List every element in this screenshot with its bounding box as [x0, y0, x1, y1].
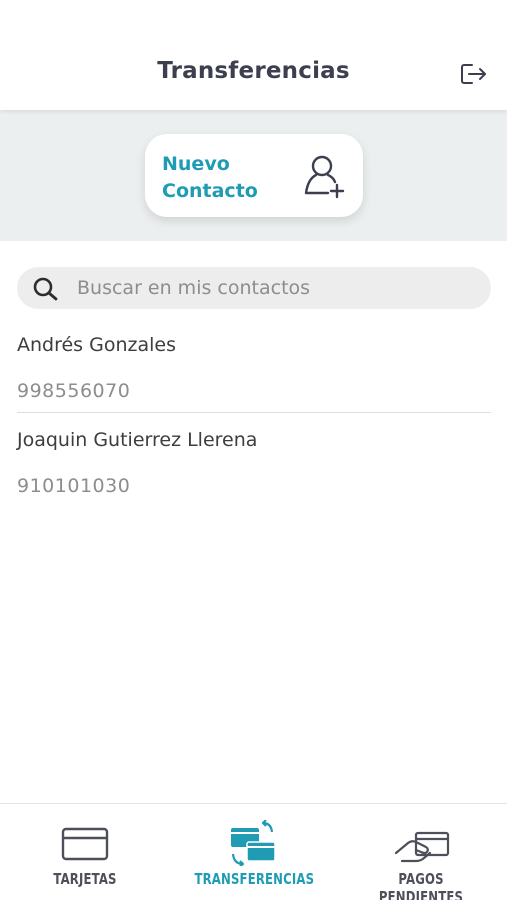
new-contact-label-line2: Contacto	[162, 180, 258, 202]
contact-phone: 910101030	[17, 475, 131, 497]
divider	[17, 412, 491, 413]
contact-item[interactable]: Joaquin Gutierrez Llerena 910101030	[17, 423, 491, 518]
bottom-tab-bar: TARJETAS TRANSFERENCIAS PAGOS PENDIENTES	[0, 803, 507, 900]
card-icon	[61, 827, 109, 861]
contact-item[interactable]: Andrés Gonzales 998556070	[17, 328, 491, 423]
tab-label: TRANSFERENCIAS	[194, 870, 315, 888]
app-header: Transferencias	[0, 0, 507, 110]
new-contact-label: Nuevo Contacto	[162, 151, 282, 205]
search-icon	[33, 277, 58, 301]
new-contact-button[interactable]: Nuevo Contacto	[145, 134, 363, 217]
contact-name: Joaquin Gutierrez Llerena	[17, 429, 258, 451]
page-title: Transferencias	[157, 58, 350, 84]
contact-phone: 998556070	[17, 380, 131, 402]
search-bar	[17, 267, 491, 309]
contact-name: Andrés Gonzales	[17, 334, 176, 356]
transfer-cards-icon	[231, 820, 276, 866]
hand-card-icon	[394, 831, 450, 863]
logout-icon[interactable]	[460, 62, 488, 86]
tab-pagos-pendientes[interactable]: PAGOS PENDIENTES	[346, 804, 496, 900]
tab-transferencias[interactable]: TRANSFERENCIAS	[178, 804, 328, 900]
add-user-icon	[304, 155, 345, 199]
tab-label: PAGOS PENDIENTES	[378, 870, 464, 900]
tab-label: TARJETAS	[53, 870, 117, 888]
tab-tarjetas[interactable]: TARJETAS	[10, 804, 160, 900]
search-input[interactable]	[77, 267, 477, 309]
new-contact-banner: Nuevo Contacto	[0, 110, 507, 241]
new-contact-label-line1: Nuevo	[162, 153, 230, 175]
